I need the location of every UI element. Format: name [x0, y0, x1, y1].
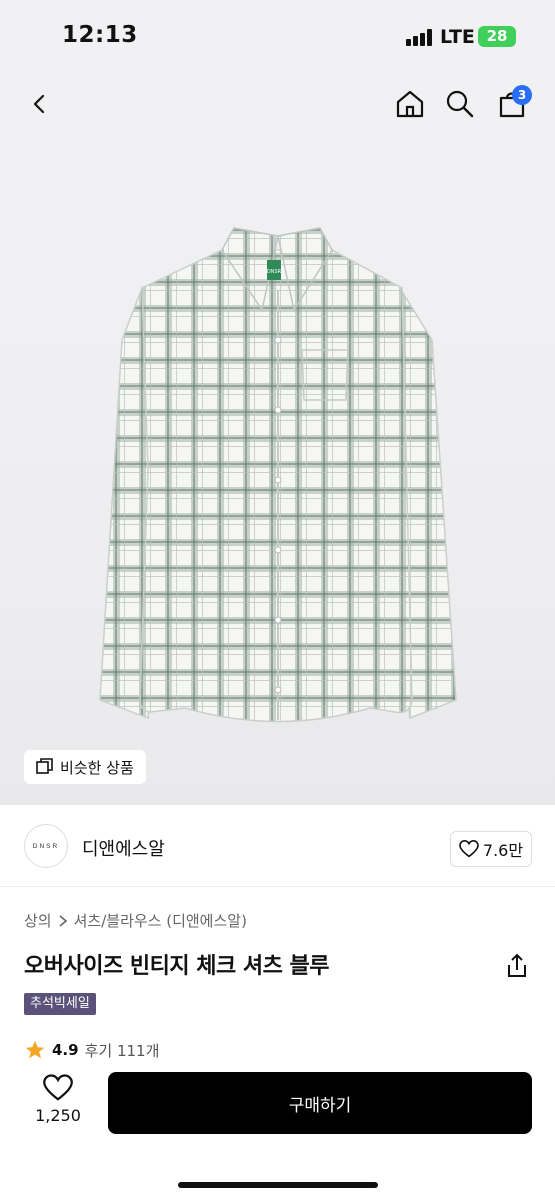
home-button[interactable] — [388, 82, 432, 126]
shirt-image: DNSR — [99, 227, 457, 723]
status-time: 12:13 — [62, 22, 138, 48]
shirt-label: DNSR — [267, 269, 282, 275]
product-title: 오버사이즈 빈티지 체크 셔츠 블루 — [24, 954, 330, 979]
battery-level: 28 — [486, 27, 508, 45]
search-button[interactable] — [438, 82, 482, 126]
promo-tag: 추석빅세일 — [24, 993, 96, 1015]
similar-products-button[interactable]: 비슷한 상품 — [24, 750, 146, 784]
breadcrumb-subcategory[interactable]: 셔츠/블라우스 (디앤에스알) — [74, 910, 247, 931]
brand-like-button[interactable]: 7.6만 — [450, 831, 532, 867]
breadcrumb-category[interactable]: 상의 — [24, 910, 52, 931]
cart-badge: 3 — [512, 85, 532, 105]
copy-icon — [36, 758, 53, 774]
chevron-right-icon — [59, 914, 67, 927]
status-bar: 12:13 LTE 28 — [0, 0, 555, 70]
network-label: LTE — [440, 26, 475, 48]
wishlist-count: 1,250 — [35, 1106, 81, 1125]
brand-name[interactable]: 디앤에스알 — [82, 835, 165, 861]
home-indicator — [178, 1182, 378, 1188]
brand-logo[interactable]: DNSR — [24, 824, 68, 868]
signal-icon — [406, 29, 432, 46]
heart-icon — [459, 840, 479, 858]
chevron-left-icon — [33, 94, 45, 114]
search-icon — [446, 90, 474, 118]
heart-icon — [43, 1074, 73, 1101]
battery-icon: 28 — [478, 26, 516, 47]
back-button[interactable] — [18, 82, 62, 126]
wishlist-button[interactable]: 1,250 — [28, 1074, 88, 1125]
buy-button[interactable]: 구매하기 — [108, 1072, 532, 1134]
brand-like-count: 7.6만 — [482, 841, 524, 860]
home-icon — [396, 90, 424, 118]
breadcrumb: 상의 셔츠/블라우스 (디앤에스알) — [24, 910, 247, 931]
rating-score: 4.9 — [52, 1041, 79, 1059]
share-button[interactable] — [503, 952, 531, 980]
brand-row[interactable]: DNSR 디앤에스알 7.6만 — [0, 805, 555, 887]
similar-products-label: 비슷한 상품 — [60, 758, 134, 777]
product-image[interactable]: DNSR — [0, 140, 555, 805]
share-icon — [508, 953, 526, 977]
